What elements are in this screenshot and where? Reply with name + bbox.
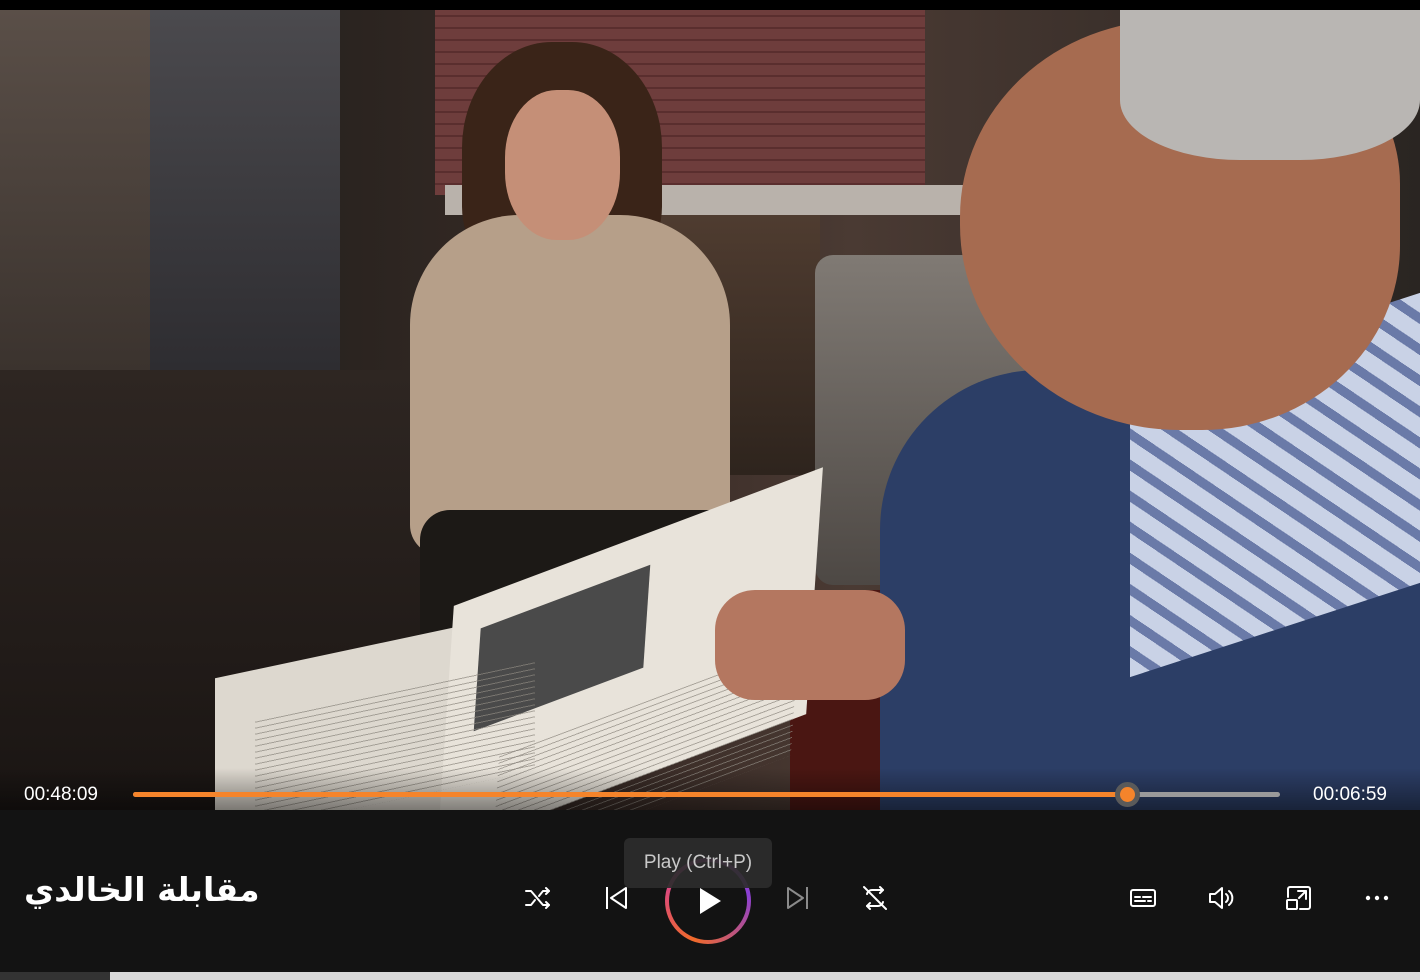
woman-body [410, 215, 730, 555]
volume-icon [1209, 887, 1234, 909]
next-button[interactable] [776, 876, 820, 920]
repeat-button[interactable] [853, 876, 897, 920]
mini-player-icon [1286, 886, 1311, 910]
man-hair [1120, 10, 1420, 160]
repeat-off-icon [863, 886, 887, 910]
shuffle-icon [525, 887, 550, 909]
mini-player-button[interactable] [1277, 876, 1321, 920]
captions-icon [1130, 889, 1156, 907]
shuffle-button[interactable] [516, 876, 560, 920]
door-background [0, 10, 150, 370]
captions-button[interactable] [1121, 876, 1165, 920]
man-hand [715, 590, 905, 700]
taskbar-strip [0, 972, 1420, 980]
volume-button[interactable] [1199, 876, 1243, 920]
play-tooltip: Play (Ctrl+P) [624, 838, 772, 888]
more-options-icon [1365, 895, 1389, 901]
skip-previous-icon [606, 887, 627, 909]
seek-bar-progress [133, 792, 1128, 797]
time-elapsed: 00:48:09 [24, 784, 98, 805]
media-title: مقابلة الخالدي [24, 870, 260, 909]
more-options-button[interactable] [1355, 876, 1399, 920]
taskbar-accent [0, 972, 110, 980]
woman-face [505, 90, 620, 240]
video-frame[interactable] [0, 10, 1420, 810]
skip-next-icon [787, 887, 808, 909]
seek-bar[interactable] [133, 782, 1280, 807]
doorframe-background [150, 10, 340, 380]
time-remaining[interactable]: 00:06:59 [1313, 784, 1387, 806]
